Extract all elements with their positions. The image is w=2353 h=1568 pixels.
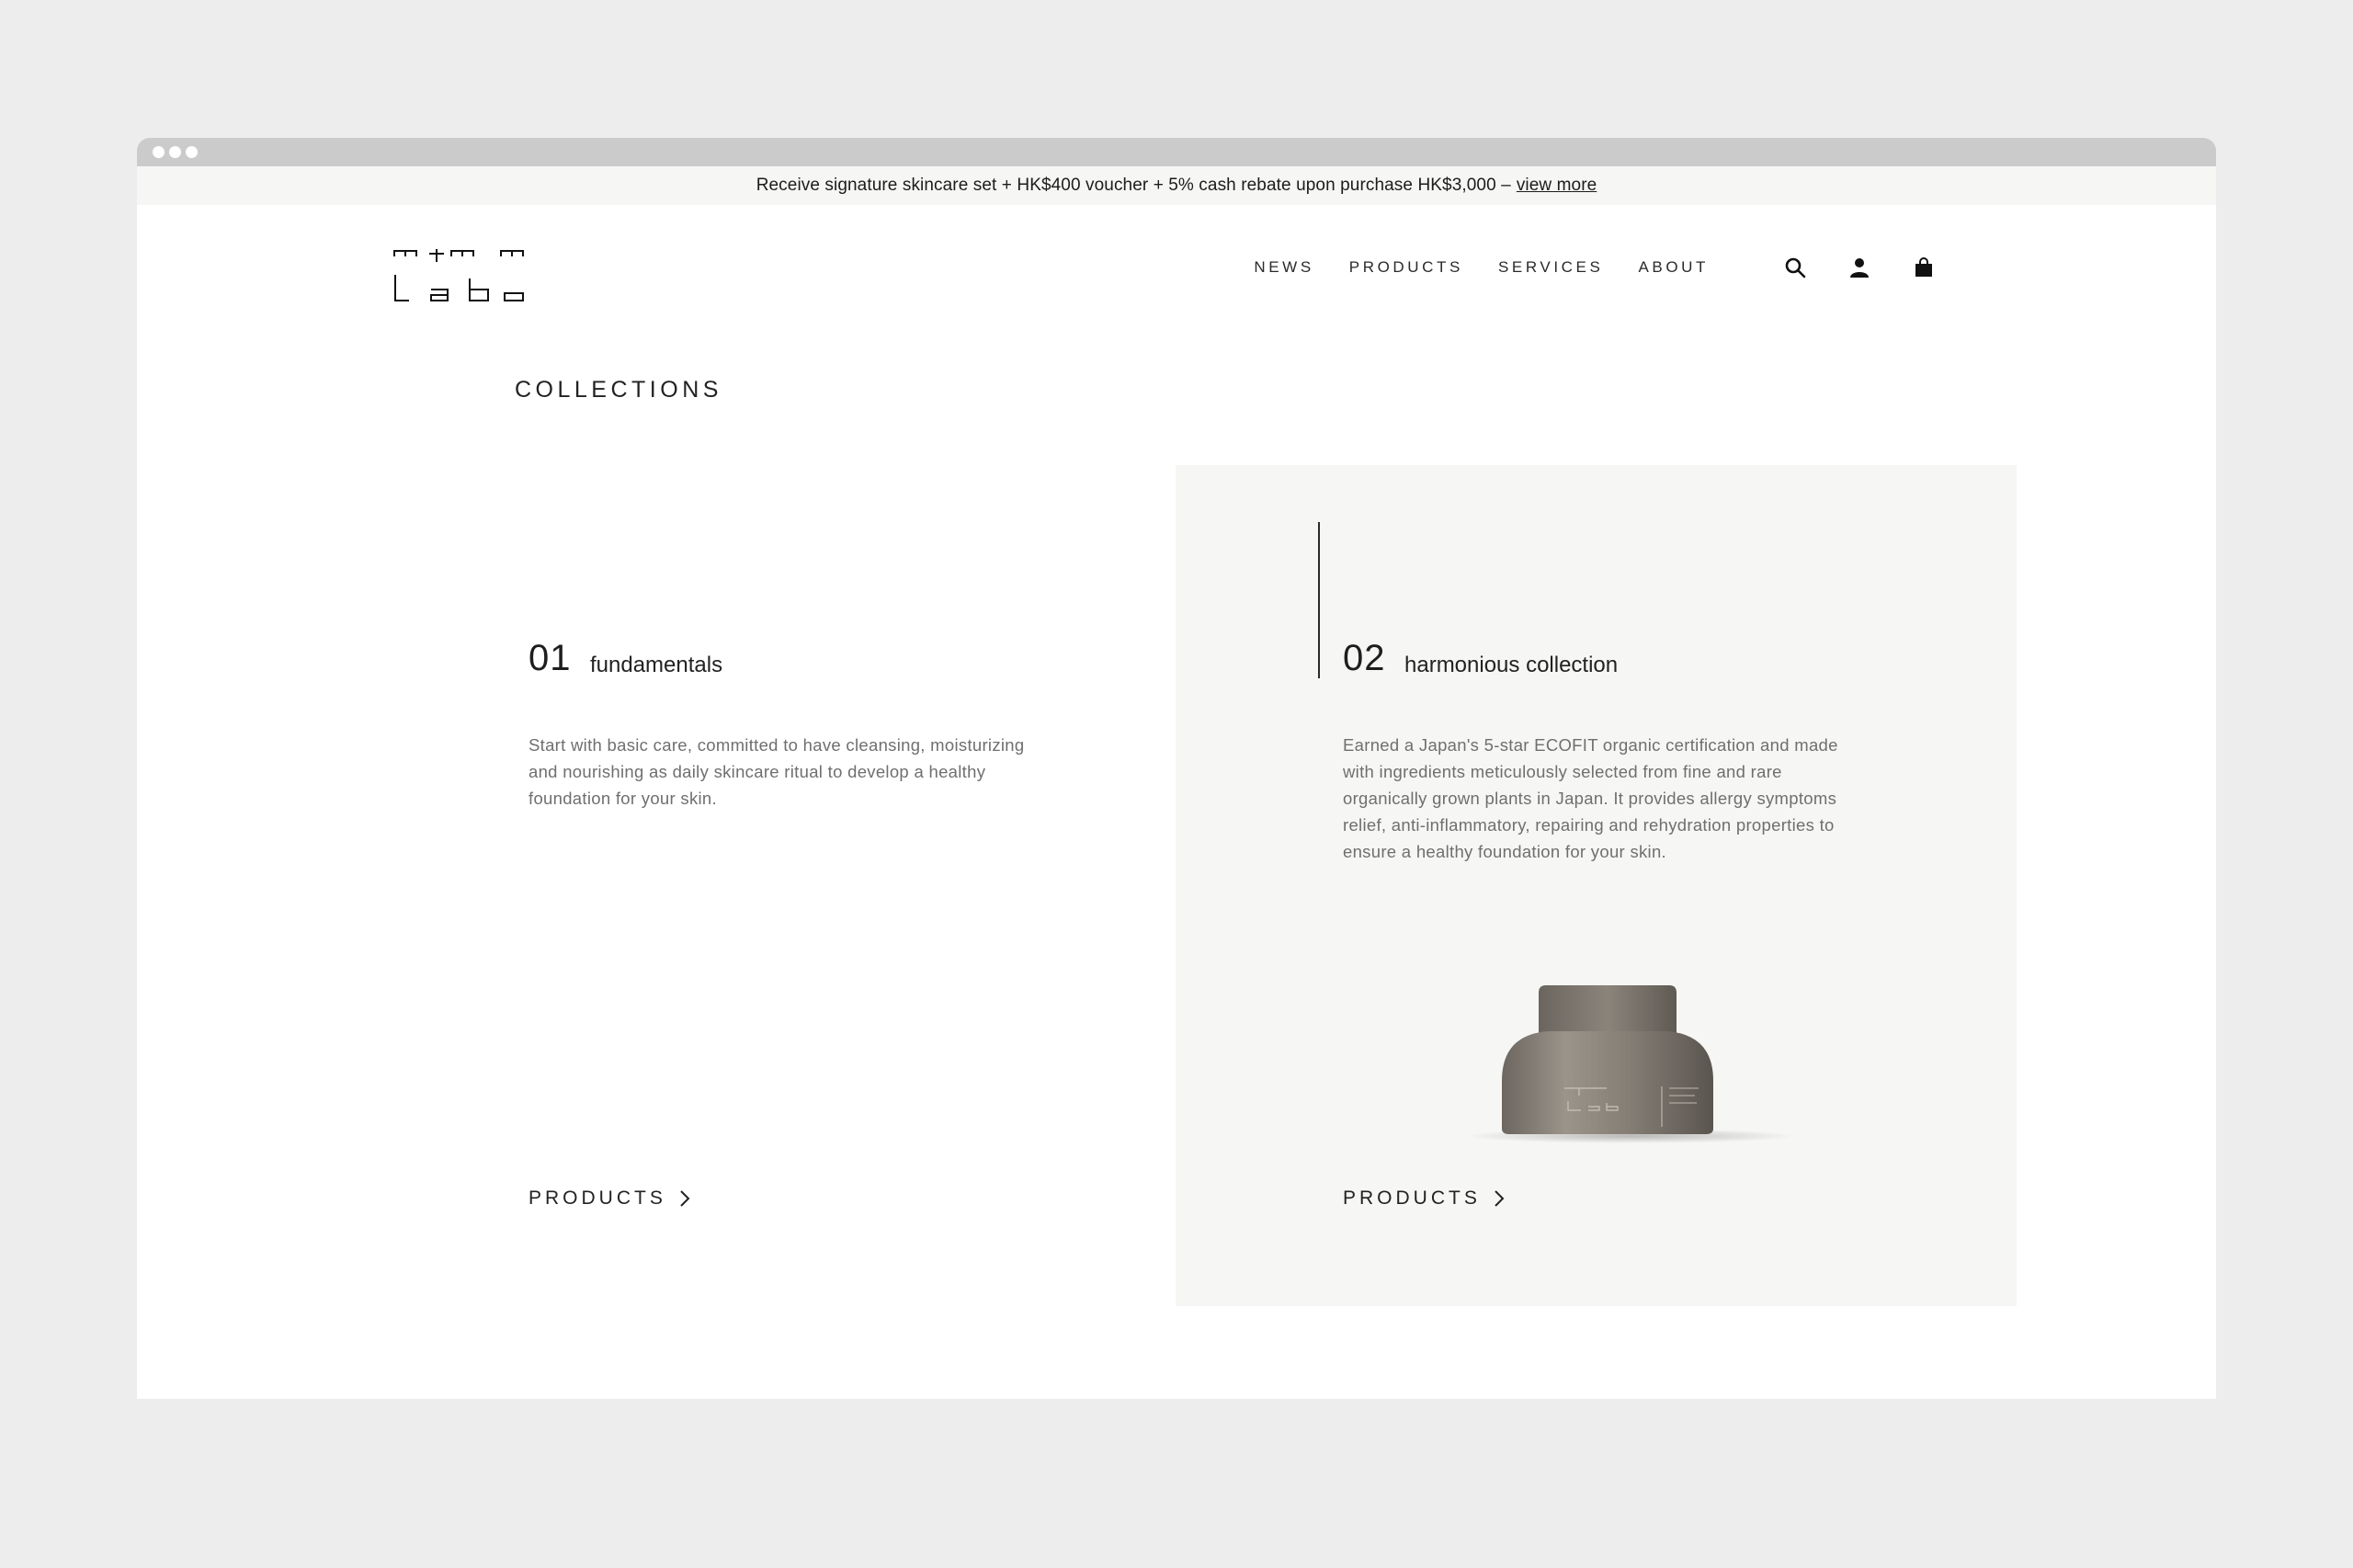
nav-item-news[interactable]: NEWS <box>1254 258 1313 277</box>
collection-title: harmonious collection <box>1404 653 1619 677</box>
window-close-dot[interactable] <box>153 146 165 158</box>
search-icon[interactable] <box>1782 255 1808 280</box>
page-title: COLLECTIONS <box>515 377 722 403</box>
collection-number: 02 <box>1343 638 1386 678</box>
chevron-right-icon <box>1494 1188 1506 1209</box>
promo-banner: Receive signature skincare set + HK$400 … <box>137 166 2216 205</box>
products-link[interactable]: PRODUCTS <box>529 1187 692 1210</box>
cart-icon[interactable] <box>1911 255 1937 280</box>
collection-title: fundamentals <box>590 653 723 677</box>
brand-logo[interactable] <box>392 247 525 304</box>
nav-item-products[interactable]: PRODUCTS <box>1349 258 1463 277</box>
nav-item-about[interactable]: ABOUT <box>1638 258 1709 277</box>
products-link-label: PRODUCTS <box>529 1187 666 1209</box>
browser-window: Receive signature skincare set + HK$400 … <box>137 138 2216 1399</box>
main-nav: NEWS PRODUCTS SERVICES ABOUT <box>1254 255 1937 280</box>
collection-description: Earned a Japan's 5-star ECOFIT organic c… <box>1343 735 1838 861</box>
collection-card-harmonious: 02 harmonious collection Earned a Japan'… <box>1176 465 2017 1306</box>
chevron-right-icon <box>679 1188 692 1209</box>
products-link[interactable]: PRODUCTS <box>1343 1187 1506 1210</box>
product-jar-image[interactable] <box>1465 980 1796 1145</box>
window-chrome <box>137 138 2216 166</box>
window-minimize-dot[interactable] <box>169 146 181 158</box>
accent-divider <box>1318 522 1320 678</box>
window-maximize-dot[interactable] <box>186 146 198 158</box>
nav-item-services[interactable]: SERVICES <box>1498 258 1603 277</box>
account-icon[interactable] <box>1847 255 1872 280</box>
collection-card-fundamentals: 01 fundamentals Start with basic care, c… <box>386 465 1227 1306</box>
products-link-label: PRODUCTS <box>1343 1187 1481 1209</box>
collection-number: 01 <box>529 638 572 678</box>
promo-view-more-link[interactable]: view more <box>1517 176 1597 196</box>
site-header: NEWS PRODUCTS SERVICES ABOUT <box>137 205 2216 343</box>
promo-text: Receive signature skincare set + HK$400 … <box>756 176 1511 195</box>
collection-description: Start with basic care, committed to have… <box>529 735 1025 808</box>
